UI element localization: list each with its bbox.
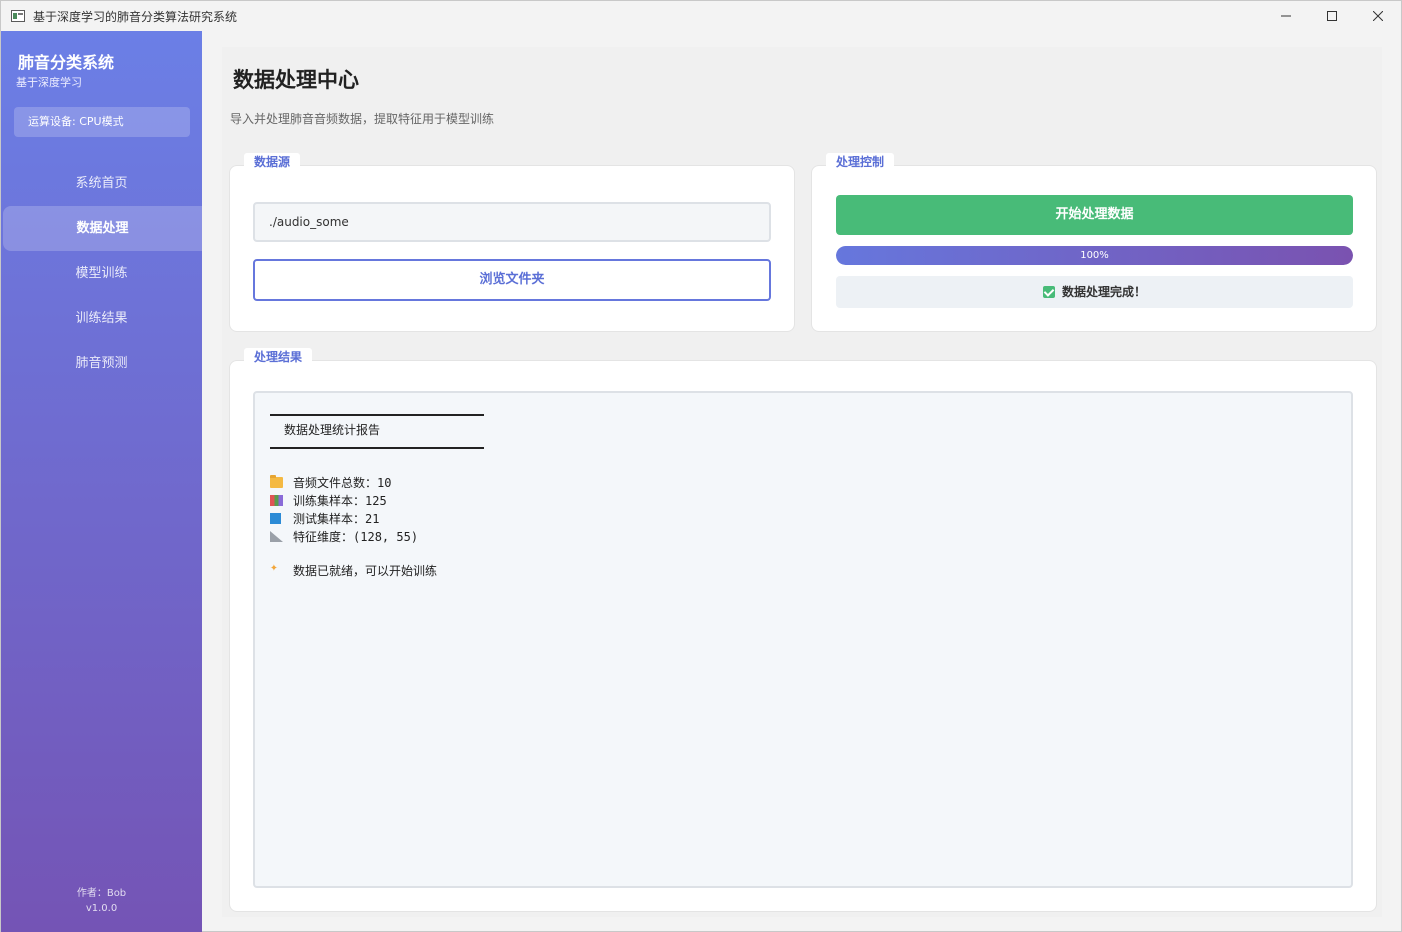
brand-subtitle: 基于深度学习 [16,76,82,89]
sidebar-item-model-training[interactable]: 模型训练 [1,251,202,296]
page-title: 数据处理中心 [233,68,359,92]
test-samples-line: 测试集样本：21 [270,511,379,527]
window-title: 基于深度学习的肺音分类算法研究系统 [33,9,238,24]
feature-dim-line: 特征维度：(128, 55) [270,529,418,545]
brand-title: 肺音分类系统 [18,53,115,72]
sidebar-item-prediction[interactable]: 肺音预测 [1,341,202,386]
sidebar-item-home[interactable]: 系统首页 [1,161,202,206]
status-text: 数据处理完成！ [1061,285,1146,299]
report-area[interactable]: 数据处理统计报告 音频文件总数：10 训练集样本：125 测试集样本：21 特征… [253,391,1353,888]
folder-icon [270,475,283,488]
report-rule-bottom [270,447,484,449]
check-icon [1042,286,1055,298]
ruler-icon [270,531,283,542]
report-rule-top [270,414,484,416]
close-button[interactable] [1355,1,1401,31]
version-label: v1.0.0 [85,903,118,914]
close-icon [1373,11,1383,21]
minimize-icon [1281,15,1291,17]
sidebar-item-data-processing[interactable]: 数据处理 [3,206,202,251]
results-label: 处理结果 [244,348,313,366]
sidebar-footer: 作者：Bob v1.0.0 [1,886,202,916]
maximize-button[interactable] [1309,1,1355,31]
app-window: 基于深度学习的肺音分类算法研究系统 肺音分类系统 基于深度学习 运算设备: CP… [0,0,1402,932]
processing-control-card: 处理控制 开始处理数据 100% 数据处理完成！ [811,153,1377,332]
maximize-icon [1327,11,1337,21]
train-samples-line: 训练集样本：125 [270,493,387,509]
data-source-card: 数据源 浏览文件夹 [229,153,795,332]
page-subtitle: 导入并处理肺音音频数据，提取特征用于模型训练 [230,112,495,126]
start-processing-button[interactable]: 开始处理数据 [836,195,1353,235]
book-icon [270,513,281,524]
report-title: 数据处理统计报告 [284,423,381,437]
status-message: 数据处理完成！ [836,276,1353,308]
ready-line: 数据已就绪，可以开始训练 [270,560,437,579]
sparkles-icon [270,560,283,576]
progress-text: 100% [1080,250,1109,261]
audio-total-line: 音频文件总数：10 [270,475,391,491]
processing-control-label: 处理控制 [826,153,895,171]
window-controls [1263,1,1401,31]
sidebar-nav: 系统首页 数据处理 模型训练 训练结果 肺音预测 [1,161,202,386]
minimize-button[interactable] [1263,1,1309,31]
results-card: 处理结果 数据处理统计报告 音频文件总数：10 训练集样本：125 测试集样本：… [229,348,1377,912]
device-badge: 运算设备: CPU模式 [14,107,190,137]
author-label: 作者：Bob [76,888,127,899]
books-icon [270,495,283,506]
app-icon [11,10,25,22]
title-bar[interactable]: 基于深度学习的肺音分类算法研究系统 [1,1,1401,31]
sidebar-item-training-results[interactable]: 训练结果 [1,296,202,341]
browse-folder-button[interactable]: 浏览文件夹 [253,259,771,301]
progress-bar: 100% [836,246,1353,265]
sidebar: 肺音分类系统 基于深度学习 运算设备: CPU模式 系统首页 数据处理 模型训练… [1,31,202,932]
path-input[interactable] [253,202,771,242]
main-panel: 数据处理中心 导入并处理肺音音频数据，提取特征用于模型训练 数据源 浏览文件夹 … [222,47,1382,917]
data-source-label: 数据源 [244,153,301,171]
